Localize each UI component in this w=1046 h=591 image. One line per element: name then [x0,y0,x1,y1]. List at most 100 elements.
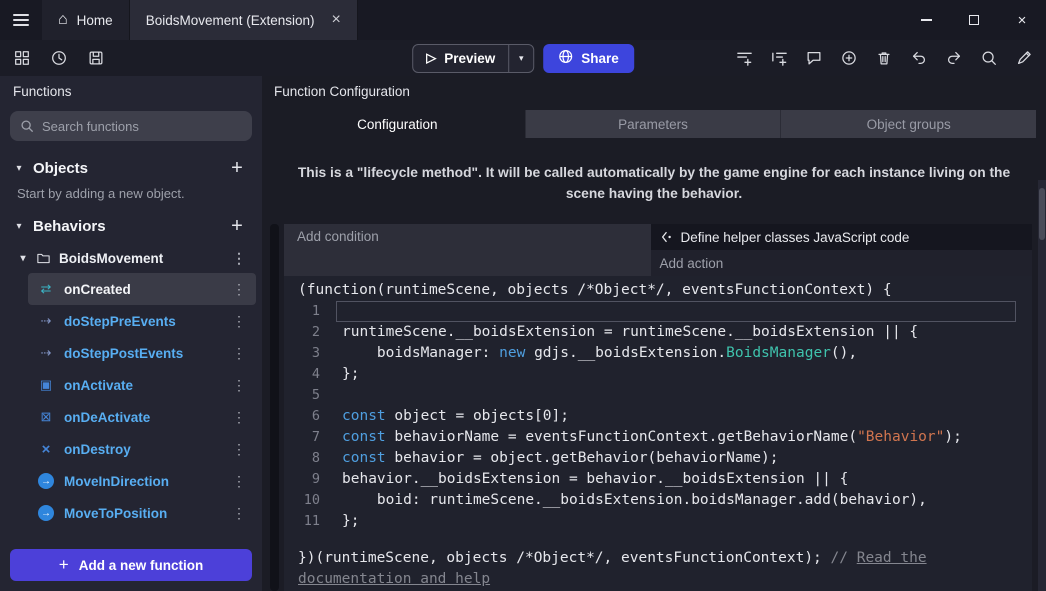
js-code-event[interactable]: Add condition Define helper classes Java… [284,224,1032,591]
folder-menu-icon[interactable]: ⋮ [232,250,246,267]
delete-icon[interactable] [874,48,894,68]
code-line-content: const object = objects[0]; [336,406,1016,427]
add-event-icon[interactable] [734,48,754,68]
tab-parameters[interactable]: Parameters [526,110,782,138]
item-menu-icon[interactable]: ⋮ [232,313,246,330]
line-number: 7 [284,427,336,448]
code-line-content: runtimeScene.__boidsExtension = runtimeS… [336,322,1016,343]
sidebar-item-dosteppostevents[interactable]: ⇢ doStepPostEvents ⋮ [28,337,256,369]
code-event-title[interactable]: Define helper classes JavaScript code [651,224,1032,250]
events-sheet: Add condition Define helper classes Java… [262,224,1046,591]
sidebar-item-label: doStepPostEvents [64,346,222,361]
sidebar-item-label: onCreated [64,282,222,297]
objects-section-label: Objects [33,160,217,177]
share-button[interactable]: Share [543,44,634,73]
theme-icon[interactable] [1014,48,1034,68]
add-function-label: Add a new function [79,558,204,573]
history-icon[interactable] [49,48,69,68]
search-functions-input[interactable] [42,119,242,134]
add-function-button[interactable]: + Add a new function [10,549,252,581]
line-number: 5 [284,385,336,406]
code-line: 6const object = objects[0]; [284,406,1032,427]
item-menu-icon[interactable]: ⋮ [232,345,246,362]
tab-object-groups[interactable]: Object groups [781,110,1036,138]
behaviors-section-label: Behaviors [33,218,217,235]
sidebar-item-moveindirection[interactable]: →MoveInDirection⋮ [28,465,256,497]
close-tab-icon[interactable]: × [332,12,341,28]
documentation-link[interactable]: Read the [857,550,927,566]
item-menu-icon[interactable]: ⋮ [232,473,246,490]
redo-icon[interactable] [944,48,964,68]
line-number: 11 [284,511,336,532]
activate-icon: ▣ [38,377,54,393]
function-configuration-panel: Function Configuration Configuration Par… [262,76,1046,591]
tab-configuration[interactable]: Configuration [270,110,526,138]
globe-icon [558,49,573,67]
documentation-link[interactable]: documentation and help [298,571,490,587]
code-line: 2runtimeScene.__boidsExtension = runtime… [284,322,1032,343]
menu-icon[interactable] [0,0,42,40]
preview-dropdown-chevron-icon[interactable]: ▾ [508,45,533,72]
item-menu-icon[interactable]: ⋮ [232,505,246,522]
window-controls: × [902,0,1046,40]
move-position-icon: → [38,505,54,521]
item-menu-icon[interactable]: ⋮ [232,441,246,458]
sidebar-item-ondestroy[interactable]: ×onDestroy⋮ [28,433,256,465]
behavior-folder-boidsmovement[interactable]: ▾ BoidsMovement ⋮ [0,243,262,273]
sidebar-item-label: onActivate [64,378,222,393]
add-condition-button[interactable]: Add condition [284,224,651,276]
objects-section-header[interactable]: ▾ Objects + [0,151,262,185]
item-menu-icon[interactable]: ⋮ [232,409,246,426]
add-comment-icon[interactable] [804,48,824,68]
chevron-down-icon[interactable]: ▾ [18,253,28,264]
search-icon[interactable] [979,48,999,68]
item-menu-icon[interactable]: ⋮ [232,281,246,298]
tab-extension[interactable]: BoidsMovement (Extension) × [130,0,358,40]
current-code-line-content [336,301,1016,322]
chevron-down-icon[interactable]: ▾ [14,221,24,232]
add-object-button[interactable]: + [226,157,248,180]
code-line: 1 [284,301,1032,322]
sidebar-item-label: onDeActivate [64,410,222,425]
sidebar-item-oncreated[interactable]: ⇄onCreated⋮ [28,273,256,305]
pre-step-icon: ⇢ [38,313,54,329]
code-line: 11}; [284,511,1032,532]
lifecycle-description: This is a "lifecycle method". It will be… [276,162,1032,204]
add-action-button[interactable]: Add action [651,250,1032,276]
code-line-content [336,385,1016,406]
folder-label: BoidsMovement [59,251,163,266]
main-scrollbar[interactable] [1038,180,1046,591]
post-step-icon: ⇢ [38,345,54,361]
tab-home[interactable]: ⌂ Home [42,0,130,40]
js-code-icon [660,230,674,244]
item-menu-icon[interactable]: ⋮ [232,377,246,394]
search-box[interactable] [10,111,252,141]
code-line: 10 boid: runtimeScene.__boidsExtension.b… [284,490,1032,511]
sidebar-item-ondeactivate[interactable]: ⊠onDeActivate⋮ [28,401,256,433]
behaviors-section-header[interactable]: ▾ Behaviors + [0,209,262,243]
chevron-down-icon[interactable]: ▾ [14,163,24,174]
save-icon[interactable] [86,48,106,68]
sidebar-item-onactivate[interactable]: ▣ onActivate ⋮ [28,369,256,401]
code-header-line: (function(runtimeScene, objects /*Object… [284,280,1032,301]
code-line: 7const behaviorName = eventsFunctionCont… [284,427,1032,448]
scrollbar-thumb[interactable] [1039,188,1045,240]
event-drag-handle[interactable] [270,224,279,591]
add-event-picker-icon[interactable] [839,48,859,68]
sidebar-item-movetoposition[interactable]: →MoveToPosition⋮ [28,497,256,529]
add-subevent-icon[interactable] [769,48,789,68]
code-event-title-label: Define helper classes JavaScript code [681,230,910,245]
code-line: 8const behavior = object.getBehavior(beh… [284,448,1032,469]
add-behavior-button[interactable]: + [226,215,248,238]
sidebar-item-dosteppreevents[interactable]: ⇢doStepPreEvents⋮ [28,305,256,337]
minimize-button[interactable] [902,0,950,40]
share-label: Share [581,51,619,66]
close-button[interactable]: × [998,0,1046,40]
undo-icon[interactable] [909,48,929,68]
code-editor[interactable]: (function(runtimeScene, objects /*Object… [284,276,1032,591]
preview-button[interactable]: ▷ Preview ▾ [412,44,534,73]
line-number: 4 [284,364,336,385]
project-manager-icon[interactable] [12,48,32,68]
functions-sidebar: Functions ▾ Objects + Start by adding a … [0,76,262,591]
maximize-button[interactable] [950,0,998,40]
